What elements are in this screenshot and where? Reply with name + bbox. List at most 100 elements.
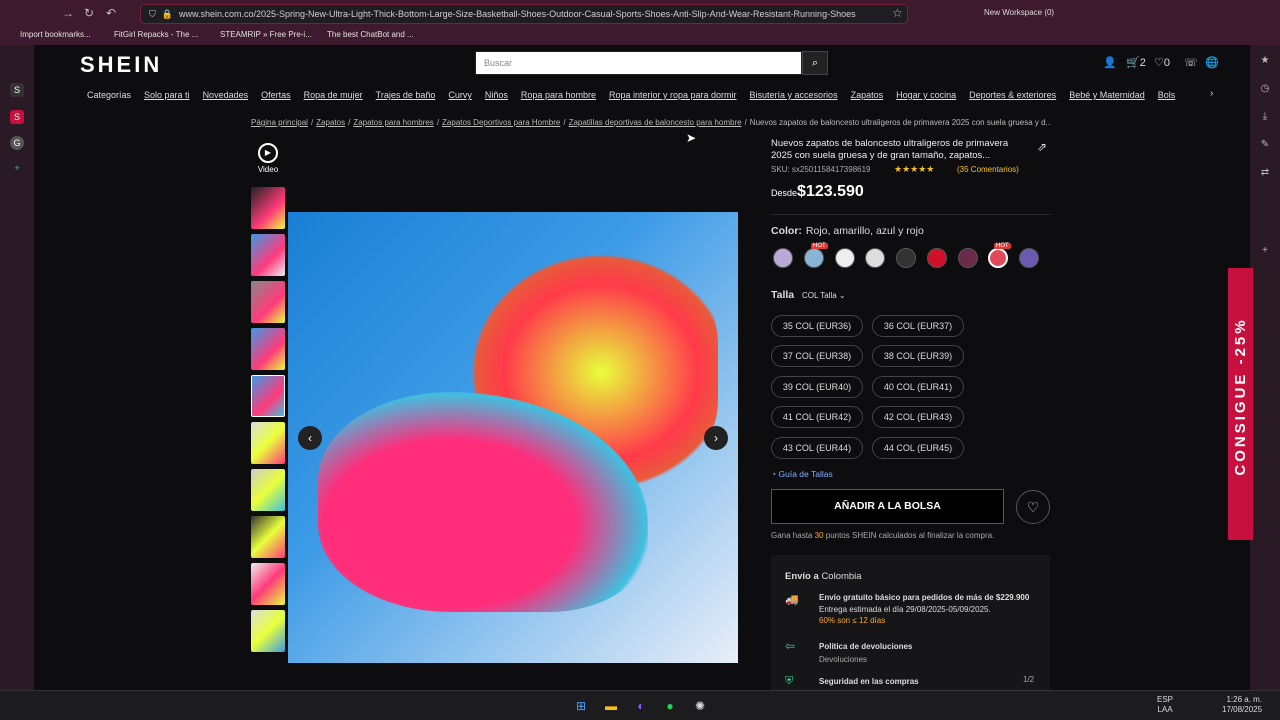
thumbnail-1[interactable]	[251, 187, 285, 229]
wishlist-button[interactable]: ♡	[1016, 490, 1050, 524]
prev-image-button[interactable]: ‹	[298, 426, 322, 450]
thumbnail-6[interactable]	[251, 422, 285, 464]
nav-ropa-hombre[interactable]: Ropa para hombre	[521, 90, 596, 104]
next-image-button[interactable]: ›	[704, 426, 728, 450]
color-swatch-1[interactable]	[773, 248, 793, 268]
add-icon[interactable]: +	[1258, 245, 1272, 259]
nav-bolsos[interactable]: Bols	[1158, 90, 1176, 104]
edit-icon[interactable]: ✎	[1258, 139, 1272, 153]
size-option[interactable]: 38 COL (EUR39)	[872, 345, 964, 367]
bookmark-chatbot[interactable]: The best ChatBot and ...	[327, 30, 414, 39]
browser-app-icon[interactable]: ◐	[633, 698, 649, 714]
thumbnail-5-selected[interactable]	[251, 375, 285, 417]
nav-novedades[interactable]: Novedades	[203, 90, 249, 104]
share-icon[interactable]: ⇗	[1037, 140, 1047, 154]
size-option[interactable]: 41 COL (EUR42)	[771, 406, 863, 428]
history-icon[interactable]: ◷	[1258, 83, 1272, 97]
thumbnail-9[interactable]	[251, 563, 285, 605]
crumb-hombres[interactable]: Zapatos para hombres	[353, 118, 434, 127]
promo-tab[interactable]: CONSIGUE -25%	[1228, 268, 1253, 540]
color-swatch-9[interactable]	[1019, 248, 1039, 268]
star-icon[interactable]: ☆	[892, 6, 903, 20]
cart-icon[interactable]: 🛒2	[1126, 56, 1146, 69]
size-option[interactable]: 44 COL (EUR45)	[872, 437, 964, 459]
bookmark-fitgirl[interactable]: FitGirl Repacks - The ...	[114, 30, 198, 39]
windows-start-icon[interactable]: ⊞	[573, 698, 589, 714]
color-swatch-2[interactable]	[804, 248, 824, 268]
size-system-select[interactable]: COL Talla ⌄	[802, 291, 846, 300]
size-option[interactable]: 42 COL (EUR43)	[872, 406, 964, 428]
nav-bisuteria[interactable]: Bisutería y accesorios	[750, 90, 838, 104]
translate-icon[interactable]: ⇄	[1258, 167, 1272, 181]
nav-deportes[interactable]: Deportes & exteriores	[969, 90, 1056, 104]
nav-solo-para-ti[interactable]: Solo para ti	[144, 90, 190, 104]
file-explorer-icon[interactable]: ▬	[603, 698, 619, 714]
thumbnail-8[interactable]	[251, 516, 285, 558]
undo-icon[interactable]: ↶	[106, 6, 116, 20]
wishlist-icon[interactable]: ♡0	[1154, 56, 1170, 69]
nav-next-icon[interactable]: ›	[1210, 88, 1213, 99]
color-swatch-8-selected[interactable]	[988, 248, 1008, 268]
add-to-bag-button[interactable]: AÑADIR A LA BOLSA	[771, 489, 1004, 524]
account-icon[interactable]: 👤	[1103, 56, 1117, 69]
system-clock[interactable]: 1:26 a. m. 17/08/2025	[1222, 695, 1262, 715]
size-option[interactable]: 39 COL (EUR40)	[771, 376, 863, 398]
ship-country[interactable]: Colombia	[821, 571, 861, 582]
workspace-label[interactable]: New Workspace (0)	[984, 8, 1054, 17]
bookmark-import[interactable]: Import bookmarks...	[20, 30, 91, 39]
reviews-link[interactable]: (35 Comentarios)	[957, 165, 1019, 174]
ship-pager[interactable]: 1/2	[1023, 675, 1034, 684]
nav-ofertas[interactable]: Ofertas	[261, 90, 291, 104]
shein-logo[interactable]: SHEIN	[80, 52, 162, 78]
nav-curvy[interactable]: Curvy	[448, 90, 472, 104]
thumbnail-4[interactable]	[251, 328, 285, 370]
size-option[interactable]: 36 COL (EUR37)	[872, 315, 964, 337]
language-indicator[interactable]: ESP LAA	[1157, 695, 1173, 715]
color-swatch-7[interactable]	[958, 248, 978, 268]
returns-policy[interactable]: Política de devoluciones	[819, 642, 912, 651]
color-swatch-4[interactable]	[865, 248, 885, 268]
color-swatch-5[interactable]	[896, 248, 916, 268]
secure-shopping[interactable]: Seguridad en las compras	[819, 677, 919, 686]
crumb-deportivos[interactable]: Zapatos Deportivos para Hombre	[442, 118, 560, 127]
forward-icon[interactable]: →	[62, 6, 74, 20]
nav-zapatos[interactable]: Zapatos	[851, 90, 884, 104]
nav-bebe[interactable]: Bebé y Maternidad	[1069, 90, 1145, 104]
color-swatch-6[interactable]	[927, 248, 947, 268]
crumb-baloncesto[interactable]: Zapatillas deportivas de baloncesto para…	[569, 118, 742, 127]
sidebar-add-icon[interactable]: +	[10, 161, 24, 175]
nav-ropa-mujer[interactable]: Ropa de mujer	[304, 90, 363, 104]
bookmark-steamrip[interactable]: STEAMRIP » Free Pre-i...	[220, 30, 312, 39]
pin-icon[interactable]: ★	[1258, 55, 1272, 69]
nav-ropa-interior[interactable]: Ropa interior y ropa para dormir	[609, 90, 737, 104]
crumb-home[interactable]: Página principal	[251, 118, 308, 127]
thumbnail-2[interactable]	[251, 234, 285, 276]
reload-icon[interactable]: ↻	[84, 6, 94, 20]
size-option[interactable]: 43 COL (EUR44)	[771, 437, 863, 459]
nav-hogar[interactable]: Hogar y cocina	[896, 90, 956, 104]
color-swatch-3[interactable]	[835, 248, 855, 268]
thumbnail-3[interactable]	[251, 281, 285, 323]
size-option[interactable]: 37 COL (EUR38)	[771, 345, 863, 367]
size-guide-link[interactable]: ◔ Guía de Tallas	[771, 469, 833, 479]
chatgpt-icon[interactable]: ✺	[692, 698, 708, 714]
nav-categorias[interactable]: Categorías	[87, 90, 131, 104]
url-bar[interactable]: ⛉ 🔒 www.shein.com.co/2025-Spring-New-Ult…	[140, 4, 908, 24]
nav-trajes-bano[interactable]: Trajes de baño	[376, 90, 436, 104]
support-icon[interactable]: ☏	[1184, 56, 1198, 69]
thumbnail-10[interactable]	[251, 610, 285, 652]
search-input[interactable]: Buscar	[475, 51, 802, 75]
sidebar-item-google[interactable]: G	[10, 136, 24, 150]
size-option[interactable]: 40 COL (EUR41)	[872, 376, 964, 398]
size-option[interactable]: 35 COL (EUR36)	[771, 315, 863, 337]
thumbnail-7[interactable]	[251, 469, 285, 511]
spotify-icon[interactable]: ●	[662, 698, 678, 714]
crumb-zapatos[interactable]: Zapatos	[316, 118, 345, 127]
download-icon[interactable]: ⤓	[1258, 111, 1272, 125]
search-button[interactable]: ⌕	[802, 51, 828, 75]
sidebar-item-s1[interactable]: S	[10, 83, 24, 97]
video-thumb[interactable]: ▶ Video	[251, 143, 285, 179]
sidebar-item-s2[interactable]: S	[10, 110, 24, 124]
globe-icon[interactable]: 🌐	[1205, 56, 1219, 69]
nav-ninos[interactable]: Niños	[485, 90, 508, 104]
